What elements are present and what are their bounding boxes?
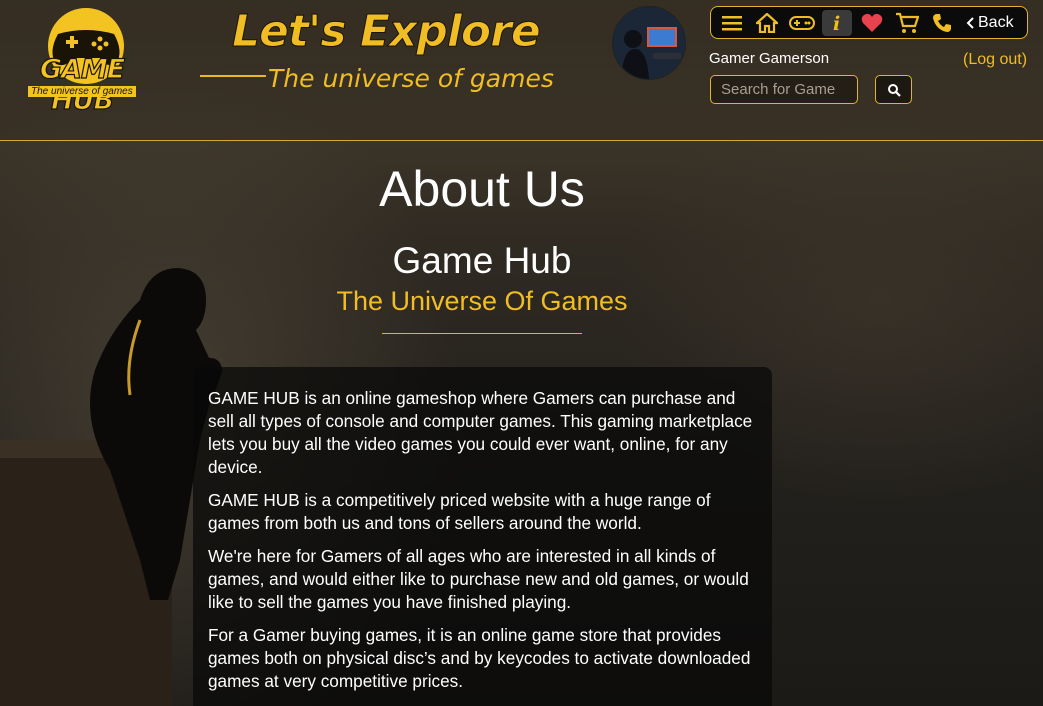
about-card: GAME HUB is an online gameshop where Gam… [193, 367, 772, 706]
phone-icon[interactable] [927, 10, 957, 36]
about-paragraph: For a Gamer buying games, it is an onlin… [208, 625, 751, 691]
hero-title: Let's Explore [232, 6, 542, 58]
username: Gamer Gamerson [709, 50, 830, 67]
menu-icon[interactable] [717, 10, 747, 36]
home-icon[interactable] [752, 10, 782, 36]
search-button[interactable] [875, 75, 912, 104]
hero-subtitle: The universe of games [268, 64, 554, 93]
section-divider [382, 333, 582, 334]
search-input[interactable] [710, 75, 858, 104]
brand-name: Game Hub [392, 240, 572, 281]
hero-divider [200, 75, 266, 77]
back-label: Back [978, 13, 1014, 31]
logo-tagline: The universe of games [28, 86, 136, 97]
heart-icon[interactable] [857, 10, 887, 36]
cart-icon[interactable] [892, 10, 922, 36]
top-navbar: i Back [710, 6, 1028, 39]
gamepad-icon[interactable] [787, 10, 817, 36]
site-header: GAME HUB The universe of games Let's Exp… [0, 0, 1043, 141]
back-button[interactable]: Back [964, 14, 1014, 32]
chevron-left-icon [966, 16, 974, 29]
gamer-avatar-image [613, 7, 685, 79]
logo-title: GAME HUB [39, 53, 126, 116]
logout-link[interactable]: (Log out) [963, 51, 1027, 69]
search-icon [887, 83, 901, 97]
about-paragraph: GAME HUB is an online gameshop where Gam… [208, 388, 753, 477]
avatar[interactable] [612, 6, 686, 80]
about-paragraph: We're here for Gamers of all ages who ar… [208, 546, 749, 612]
info-icon[interactable]: i [822, 9, 852, 36]
page-title: About Us [379, 161, 585, 217]
svg-text:i: i [833, 13, 840, 33]
about-paragraph: GAME HUB is a competitively priced websi… [208, 490, 711, 533]
brand-tagline: The Universe Of Games [336, 286, 628, 316]
site-logo[interactable]: GAME HUB The universe of games [6, 4, 158, 117]
